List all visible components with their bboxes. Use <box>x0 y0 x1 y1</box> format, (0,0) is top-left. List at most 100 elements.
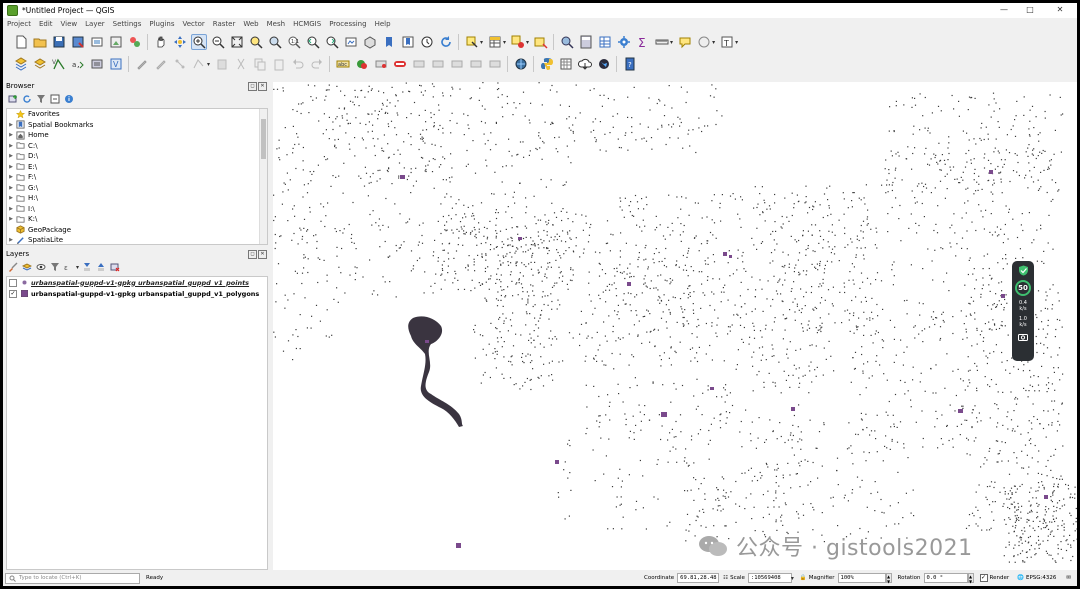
expand-all-icon[interactable] <box>81 262 92 273</box>
dropdown-arrow-icon[interactable]: ▾ <box>503 39 506 46</box>
rotation-spinner[interactable]: ▲ ▼ <box>967 573 974 584</box>
dropdown-arrow-icon[interactable]: ▾ <box>76 264 79 271</box>
zoom-next-icon[interactable] <box>324 34 340 50</box>
menu-edit[interactable]: Edit <box>35 18 57 30</box>
dropdown-arrow-icon[interactable]: ▾ <box>480 39 483 46</box>
rotate-label-icon[interactable] <box>430 56 446 72</box>
cut-features-icon[interactable] <box>233 56 249 72</box>
menu-project[interactable]: Project <box>3 18 35 30</box>
add-virtual-layer-icon[interactable]: V <box>108 56 124 72</box>
menu-raster[interactable]: Raster <box>209 18 240 30</box>
redo-icon[interactable] <box>309 56 325 72</box>
expand-arrow-icon[interactable]: ▶ <box>7 206 15 212</box>
pan-hand-icon[interactable] <box>153 34 169 50</box>
zoom-out-icon[interactable] <box>210 34 226 50</box>
filter-expression-icon[interactable]: ε <box>63 262 74 273</box>
tree-item-spatialite[interactable]: ▶ SpatiaLite <box>7 235 267 244</box>
zoom-last-icon[interactable] <box>305 34 321 50</box>
new-layer-icon[interactable] <box>32 56 48 72</box>
tree-item-drive-d[interactable]: ▶ D:\ <box>7 151 267 162</box>
text-annotation-icon[interactable]: T <box>719 34 735 50</box>
expand-arrow-icon[interactable]: ▶ <box>7 174 15 180</box>
cloud-download-icon[interactable] <box>577 56 593 72</box>
deselect-features-icon[interactable] <box>533 34 549 50</box>
identify-features-icon[interactable] <box>464 34 480 50</box>
lock-icon[interactable]: 🔒 <box>800 575 807 581</box>
remove-layer-icon[interactable] <box>109 262 120 273</box>
tree-item-geopackage[interactable]: GeoPackage <box>7 225 267 236</box>
field-calculator-icon[interactable] <box>578 34 594 50</box>
highlight-labels-icon[interactable] <box>392 56 408 72</box>
map-tips-icon[interactable] <box>677 34 693 50</box>
change-label-icon[interactable] <box>449 56 465 72</box>
dropdown-arrow-icon[interactable]: ▾ <box>526 39 529 46</box>
float-panel-button[interactable]: ◻ <box>248 250 257 259</box>
magnifier-field[interactable]: 100% <box>837 573 886 583</box>
tree-item-drive-e[interactable]: ▶ E:\ <box>7 162 267 173</box>
tree-item-drive-i[interactable]: ▶ I:\ <box>7 204 267 215</box>
save-as-button[interactable] <box>70 34 86 50</box>
show-bookmarks-icon[interactable] <box>400 34 416 50</box>
show-hide-labels-icon[interactable] <box>468 56 484 72</box>
expand-arrow-icon[interactable]: ▶ <box>7 153 15 159</box>
search-icon[interactable] <box>559 34 575 50</box>
style-panel-icon[interactable] <box>7 262 18 273</box>
rotation-field[interactable]: 0.0 ° <box>923 573 968 583</box>
zoom-layer-icon[interactable] <box>267 34 283 50</box>
open-project-button[interactable] <box>32 34 48 50</box>
expand-arrow-icon[interactable]: ▶ <box>7 132 15 138</box>
dropdown-arrow-icon[interactable]: ▾ <box>207 61 210 68</box>
close-panel-button[interactable]: ✕ <box>258 82 267 91</box>
save-project-button[interactable] <box>51 34 67 50</box>
menu-layer[interactable]: Layer <box>81 18 109 30</box>
tree-item-drive-c[interactable]: ▶ C:\ <box>7 141 267 152</box>
layer-visibility-checkbox[interactable]: ✓ <box>9 289 17 298</box>
map-canvas[interactable]: 50 0.4 k/s 1.0 k/s 公众号 · gistools2021 <box>273 82 1077 570</box>
refresh-icon[interactable] <box>438 34 454 50</box>
move-label-icon[interactable] <box>411 56 427 72</box>
manage-visibility-icon[interactable] <box>35 262 46 273</box>
layer-visibility-checkbox[interactable] <box>9 278 17 287</box>
tree-item-drive-k[interactable]: ▶ K:\ <box>7 214 267 225</box>
globe-web-icon[interactable] <box>596 56 612 72</box>
tree-item-drive-h[interactable]: ▶ H:\ <box>7 193 267 204</box>
save-edits-icon[interactable] <box>153 56 169 72</box>
menu-processing[interactable]: Processing <box>325 18 370 30</box>
delete-selected-icon[interactable] <box>214 56 230 72</box>
measure-icon[interactable] <box>654 34 670 50</box>
copy-features-icon[interactable] <box>252 56 268 72</box>
magnifier-spinner[interactable]: ▲ ▼ <box>885 573 892 584</box>
add-delimited-text-icon[interactable]: a, <box>70 56 86 72</box>
minimize-button[interactable]: — <box>991 3 1017 16</box>
scrollbar-thumb[interactable] <box>261 119 266 159</box>
vertex-tool-icon[interactable] <box>191 56 207 72</box>
tree-item-spatial-bookmarks[interactable]: ▶ Spatial Bookmarks <box>7 120 267 131</box>
collapse-all-icon[interactable] <box>49 94 60 105</box>
crs-label[interactable]: EPSG:4326 <box>1026 575 1056 581</box>
statistics-sigma-icon[interactable]: Σ <box>635 34 651 50</box>
processing-toolbox-icon[interactable] <box>616 34 632 50</box>
globe-plugin-icon[interactable] <box>513 56 529 72</box>
menu-hcmgis[interactable]: HCMGIS <box>289 18 325 30</box>
close-panel-button[interactable]: ✕ <box>258 250 267 259</box>
filter-legend-icon[interactable] <box>49 262 60 273</box>
render-checkbox[interactable]: ✓ <box>979 574 988 582</box>
tree-item-home[interactable]: ▶ Home <box>7 130 267 141</box>
dropdown-arrow-icon[interactable]: ▾ <box>735 39 738 46</box>
dropdown-arrow-icon[interactable]: ▾ <box>670 39 673 46</box>
layer-labeling-icon[interactable] <box>354 56 370 72</box>
open-attribute-table-icon[interactable] <box>487 34 503 50</box>
locator-search-input[interactable]: Type to locate (Ctrl+K) <box>5 572 140 584</box>
help-book-icon[interactable]: ? <box>622 56 638 72</box>
pan-to-selection-icon[interactable] <box>172 34 188 50</box>
scale-field[interactable]: :10569408 <box>747 573 792 583</box>
label-tool-icon[interactable]: abc <box>335 56 351 72</box>
performance-widget[interactable]: 50 0.4 k/s 1.0 k/s <box>1012 261 1034 361</box>
menu-view[interactable]: View <box>57 18 82 30</box>
bookmark-icon[interactable] <box>381 34 397 50</box>
browser-scrollbar[interactable] <box>259 109 267 244</box>
float-panel-button[interactable]: ◻ <box>248 82 257 91</box>
menu-settings[interactable]: Settings <box>109 18 146 30</box>
expand-arrow-icon[interactable]: ▶ <box>7 195 15 201</box>
menu-help[interactable]: Help <box>371 18 395 30</box>
